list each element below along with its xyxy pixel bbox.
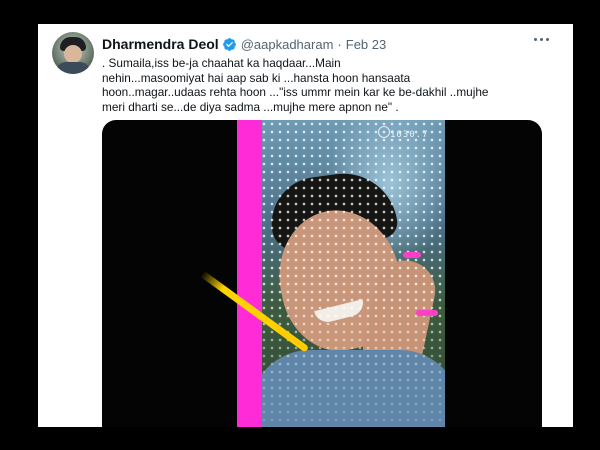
avatar[interactable] — [52, 32, 94, 74]
avatar-shirt — [56, 62, 90, 74]
pink-nail-mark — [416, 310, 438, 316]
tweet-date[interactable]: Feb 23 — [346, 37, 386, 52]
author-display-name[interactable]: Dharmendra Deol — [102, 36, 219, 52]
tweet-text-line: . Sumaila,iss be-ja chaahat ka haqdaar..… — [102, 56, 341, 70]
tweet-text-line: hoon..magar..udaas rehta hoon ..."iss um… — [102, 85, 489, 99]
pink-nail-mark — [403, 252, 421, 258]
header-separator: · — [337, 36, 342, 52]
tweet-text: . Sumaila,iss be-ja chaahat ka haqdaar..… — [102, 56, 542, 114]
halftone-dot-overlay — [260, 120, 445, 427]
avatar-face — [64, 45, 82, 63]
verified-badge-icon — [222, 37, 236, 51]
author-handle[interactable]: @aapkadharam — [241, 37, 334, 52]
more-dot — [546, 38, 549, 41]
tweet-media[interactable]: 1030.7 — [102, 120, 542, 427]
tweet-card[interactable]: Dharmendra Deol @aapkadharam · Feb 23 . … — [38, 24, 573, 427]
media-overlay-text: 1030.7 — [390, 130, 429, 140]
tweet-text-line: nehin...masoomiyat hai aap sab ki ...han… — [102, 70, 411, 85]
more-options-icon[interactable] — [534, 38, 549, 41]
magenta-graphic-bar — [237, 120, 262, 427]
media-ring-icon — [378, 126, 390, 138]
tweet-text-line: meri dharti se...de diya sadma ...mujhe … — [102, 99, 399, 114]
tweet-header: Dharmendra Deol @aapkadharam · Feb 23 — [102, 35, 386, 53]
media-photo[interactable]: 1030.7 — [260, 120, 445, 427]
more-dot — [540, 38, 543, 41]
more-dot — [534, 38, 537, 41]
